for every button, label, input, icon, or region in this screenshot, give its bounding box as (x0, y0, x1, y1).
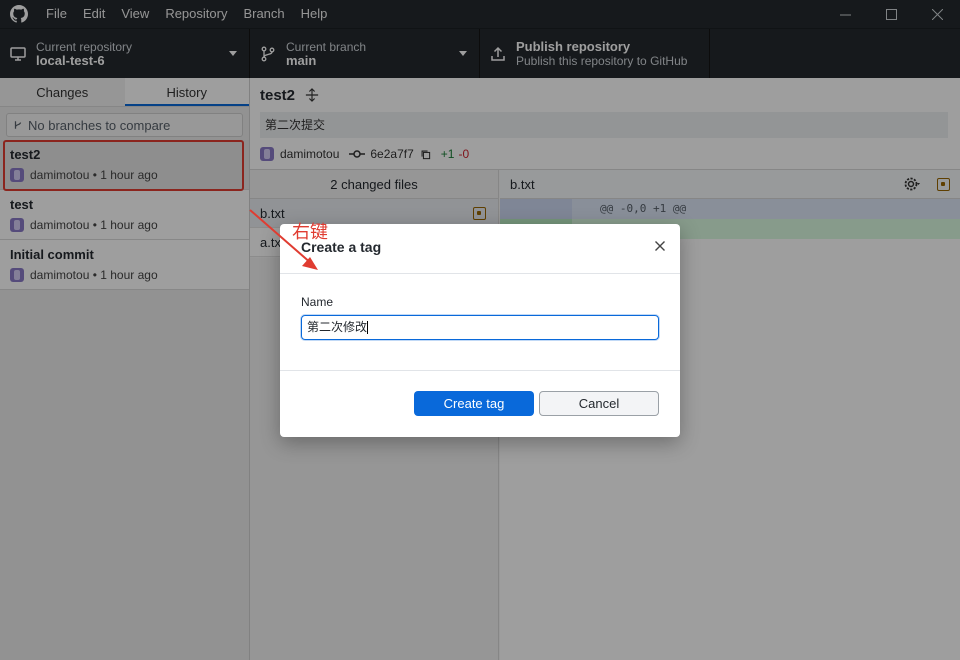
tag-name-label: Name (301, 295, 334, 309)
close-icon[interactable] (654, 240, 666, 252)
create-tag-button[interactable]: Create tag (414, 391, 534, 416)
annotation-label: 右键 (292, 222, 328, 243)
tag-name-value: 第二次修改 (307, 320, 368, 334)
create-tag-dialog: Create a tag Name 第二次修改 Create tag Cance… (280, 224, 680, 437)
tag-name-input[interactable]: 第二次修改 (301, 315, 659, 340)
cancel-button[interactable]: Cancel (539, 391, 659, 416)
